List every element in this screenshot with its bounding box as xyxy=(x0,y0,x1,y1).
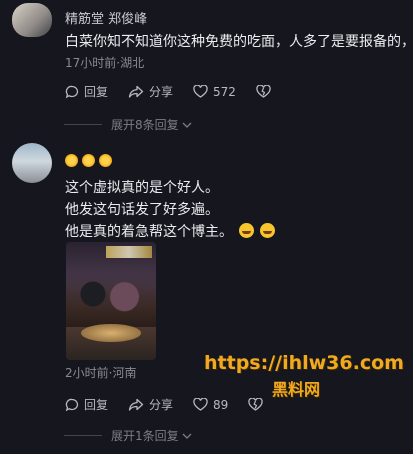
comment-text-line: 他发这句话发了好多遍。 xyxy=(65,202,219,218)
heart-icon xyxy=(193,85,208,98)
share-label: 分享 xyxy=(149,398,174,412)
like-button[interactable]: 89 xyxy=(193,398,228,412)
like-count: 89 xyxy=(213,397,229,412)
expand-replies[interactable]: 展开1条回复 xyxy=(64,427,193,444)
comment-actions: 回复 分享 89 xyxy=(65,396,288,413)
broken-heart-icon xyxy=(256,85,271,98)
comment-meta: 2小时前·河南 xyxy=(65,366,137,380)
comment-username[interactable]: 精筋堂 郑俊峰 xyxy=(65,8,147,27)
laughing-emoji-icon xyxy=(260,223,275,238)
like-count: 572 xyxy=(213,84,236,99)
reply-icon xyxy=(65,398,79,411)
image-crowd xyxy=(66,272,156,327)
divider xyxy=(64,124,102,125)
avatar[interactable] xyxy=(12,3,52,37)
comment-image[interactable] xyxy=(66,242,156,360)
sun-icon xyxy=(65,154,78,167)
laughing-emoji-icon xyxy=(239,223,254,238)
comment-text-line: 他是真的着急帮这个博主。 xyxy=(65,221,275,241)
reply-button[interactable]: 回复 xyxy=(65,83,108,100)
watermark-url: https://ihlw36.com xyxy=(204,352,404,374)
comment-text: 白菜你知不知道你这种免费的吃面，人多了是要报备的， xyxy=(65,34,413,50)
image-lights xyxy=(106,246,152,258)
comment-text-line: 这个虚拟真的是个好人。 xyxy=(65,180,219,196)
watermark-name: 黑料网 xyxy=(272,380,321,399)
broken-heart-icon xyxy=(248,398,263,411)
expand-label: 展开8条回复 xyxy=(111,118,179,132)
sun-icon xyxy=(82,154,95,167)
share-icon xyxy=(128,85,144,98)
chevron-down-icon xyxy=(182,122,192,128)
divider xyxy=(64,435,102,436)
share-label: 分享 xyxy=(149,85,174,99)
chevron-down-icon xyxy=(182,433,192,439)
sun-icon xyxy=(99,154,112,167)
sun-emojis xyxy=(65,152,116,171)
reply-button[interactable]: 回复 xyxy=(65,396,108,413)
comment-actions: 回复 分享 572 xyxy=(65,83,296,100)
reply-label: 回复 xyxy=(84,85,109,99)
dislike-button[interactable] xyxy=(248,398,268,411)
share-icon xyxy=(128,398,144,411)
comment-meta: 17小时前·湖北 xyxy=(65,56,145,70)
avatar[interactable] xyxy=(12,143,52,183)
share-button[interactable]: 分享 xyxy=(128,396,173,413)
like-button[interactable]: 572 xyxy=(193,85,236,99)
expand-replies[interactable]: 展开8条回复 xyxy=(64,116,193,133)
heart-icon xyxy=(193,398,208,411)
image-bowl xyxy=(81,324,141,342)
reply-icon xyxy=(65,85,79,98)
reply-label: 回复 xyxy=(84,398,109,412)
share-button[interactable]: 分享 xyxy=(128,83,173,100)
expand-label: 展开1条回复 xyxy=(111,429,179,443)
dislike-button[interactable] xyxy=(256,85,276,98)
